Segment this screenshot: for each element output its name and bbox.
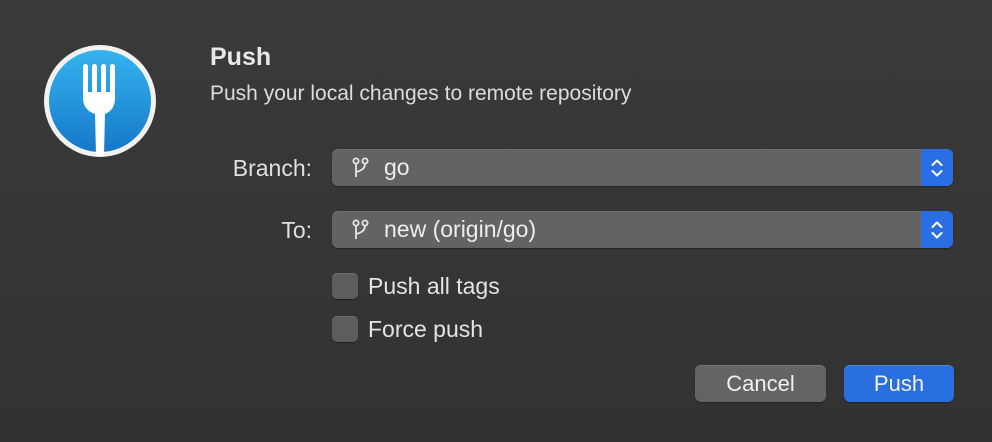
git-branch-icon: [352, 219, 369, 239]
branch-popup[interactable]: go: [332, 149, 953, 186]
to-value: new (origin/go): [384, 216, 537, 242]
push-all-tags-label: Push all tags: [368, 272, 500, 299]
to-label: To:: [281, 217, 312, 243]
force-push-label: Force push: [368, 315, 484, 342]
force-push-option[interactable]: Force push: [332, 314, 483, 344]
branch-popup-stepper[interactable]: [921, 149, 953, 186]
cancel-button[interactable]: Cancel: [695, 365, 826, 402]
dialog-subtitle: Push your local changes to remote reposi…: [210, 82, 632, 105]
to-popup[interactable]: new (origin/go): [332, 211, 953, 248]
git-branch-icon: [352, 157, 369, 177]
fork-app-icon: [44, 45, 156, 157]
chevron-up-down-icon: [931, 221, 943, 238]
dialog-title: Push: [210, 43, 272, 71]
branch-label: Branch:: [232, 155, 312, 181]
chevron-up-down-icon: [931, 159, 943, 176]
to-popup-stepper[interactable]: [921, 211, 953, 248]
push-all-tags-checkbox[interactable]: [332, 273, 358, 299]
branch-value: go: [384, 154, 410, 180]
push-button[interactable]: Push: [844, 365, 954, 402]
push-dialog: Push Push your local changes to remote r…: [0, 0, 992, 442]
push-all-tags-option[interactable]: Push all tags: [332, 271, 500, 301]
force-push-checkbox[interactable]: [332, 316, 358, 342]
